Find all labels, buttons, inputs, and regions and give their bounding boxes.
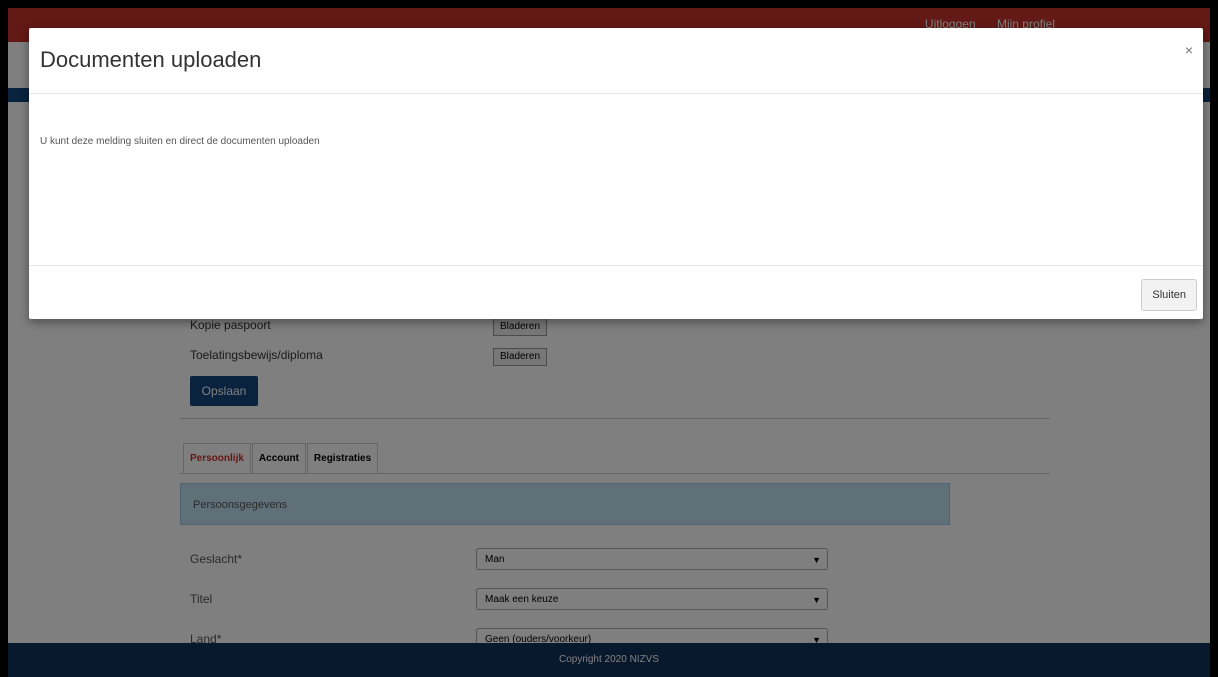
modal-header: Documenten uploaden × (29, 28, 1203, 94)
upload-modal: Documenten uploaden × U kunt deze meldin… (29, 28, 1203, 319)
modal-title: Documenten uploaden (40, 47, 262, 72)
page-frame: Uitloggen Mijn profiel Kopie paspoort Bl… (8, 8, 1210, 677)
close-icon[interactable]: × (1185, 42, 1193, 58)
close-button[interactable]: Sluiten (1141, 279, 1197, 311)
modal-footer: Sluiten (29, 265, 1203, 320)
modal-message: U kunt deze melding sluiten en direct de… (40, 136, 320, 147)
